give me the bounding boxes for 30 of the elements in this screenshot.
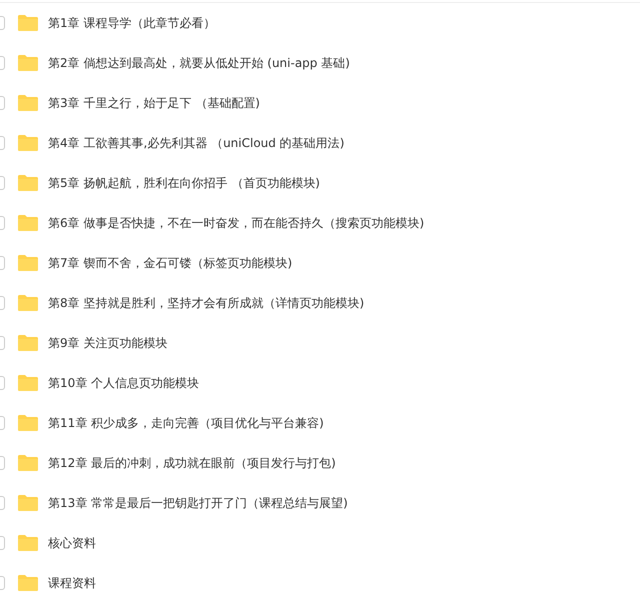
- folder-icon: [18, 215, 38, 231]
- folder-name[interactable]: 第9章 关注页功能模块: [48, 334, 168, 352]
- folder-icon: [18, 135, 38, 151]
- folder-name[interactable]: 第11章 积少成多，走向完善（项目优化与平台兼容): [48, 414, 324, 432]
- folder-icon: [18, 495, 38, 511]
- folder-icon: [18, 55, 38, 71]
- folder-icon: [18, 415, 38, 431]
- folder-icon: [18, 175, 38, 191]
- folder-icon: [18, 95, 38, 111]
- folder-icon: [18, 575, 38, 591]
- folder-icon: [18, 375, 38, 391]
- folder-name[interactable]: 第8章 坚持就是胜利，坚持才会有所成就（详情页功能模块): [48, 294, 364, 312]
- folder-name[interactable]: 第7章 锲而不舍，金石可镂（标签页功能模块): [48, 254, 292, 272]
- folder-icon: [18, 455, 38, 471]
- folder-name[interactable]: 第6章 做事是否快捷，不在一时奋发，而在能否持久（搜索页功能模块): [48, 214, 424, 232]
- folder-icon: [18, 335, 38, 351]
- folder-name[interactable]: 课程资料: [48, 574, 96, 592]
- folder-name[interactable]: 第12章 最后的冲刺，成功就在眼前（项目发行与打包): [48, 454, 336, 472]
- folder-icon: [18, 295, 38, 311]
- folder-name[interactable]: 第1章 课程导学（此章节必看）: [48, 14, 216, 32]
- folder-name[interactable]: 第3章 千里之行，始于足下 （基础配置): [48, 94, 260, 112]
- folder-name[interactable]: 第5章 扬帆起航，胜利在向你招手 （首页功能模块): [48, 174, 320, 192]
- folder-name[interactable]: 核心资料: [48, 534, 96, 552]
- folder-name[interactable]: 第13章 常常是最后一把钥匙打开了门（课程总结与展望): [48, 494, 348, 512]
- folder-icon: [18, 15, 38, 31]
- folder-name[interactable]: 第4章 工欲善其事,必先利其器 （uniCloud 的基础用法): [48, 134, 344, 152]
- folder-icon: [18, 255, 38, 271]
- folder-name[interactable]: 第10章 个人信息页功能模块: [48, 374, 200, 392]
- folder-icon: [18, 535, 38, 551]
- folder-name[interactable]: 第2章 倘想达到最高处，就要从低处开始 (uni-app 基础): [48, 54, 350, 72]
